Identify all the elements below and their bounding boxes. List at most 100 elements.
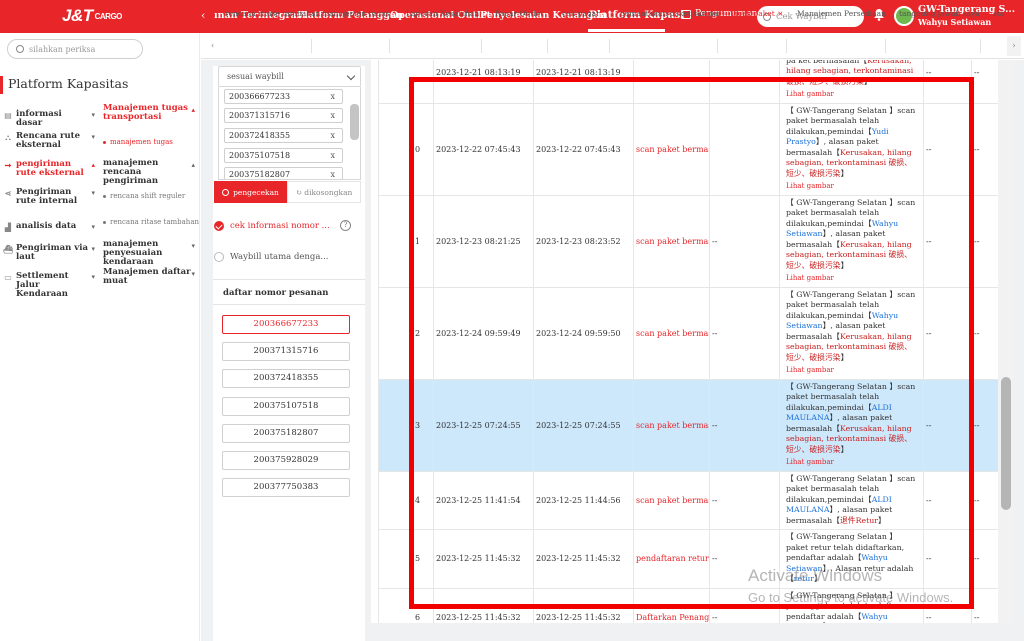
scan-time-cell: 2023-12-24 09:59:49 bbox=[433, 286, 534, 380]
close-icon[interactable]: × bbox=[777, 9, 783, 18]
table-row[interactable]: 1 2023-12-23 08:21:25 2023-12-23 08:23:52 s… bbox=[378, 194, 998, 288]
table-row[interactable]: 5 2023-12-25 11:45:32 2023-12-25 11:45:32 p… bbox=[378, 529, 998, 589]
view-image-link[interactable]: Lihat gambar bbox=[786, 365, 917, 376]
table-row[interactable]: 2023-12-21 08:13:192023-12-21 08:13:19 mi… bbox=[378, 60, 998, 104]
tab-extra-trip[interactable]: rencana ritase tambahan bbox=[225, 9, 320, 18]
upload-time-cell: 2023-12-25 11:44:56 bbox=[533, 470, 634, 530]
table-row[interactable]: 3 2023-12-25 07:24:55 2023-12-25 07:24:55 s… bbox=[378, 378, 998, 472]
operator-cell: -- bbox=[709, 194, 780, 288]
sidebar-search-input[interactable]: silahkan periksa bbox=[7, 39, 143, 59]
close-icon[interactable]: x bbox=[330, 111, 335, 120]
order-number-button[interactable]: 200375928029 bbox=[222, 451, 350, 470]
tab-divider bbox=[481, 39, 482, 53]
end-cell: -- bbox=[971, 529, 998, 589]
chevron-down-icon: ▾ bbox=[91, 244, 95, 253]
radio-main-waybill[interactable]: Waybill utama denga... bbox=[214, 252, 329, 262]
row-number: 2 bbox=[378, 286, 434, 380]
table-scrollbar-thumb[interactable] bbox=[1001, 377, 1011, 510]
extra-cell: -- bbox=[923, 470, 972, 530]
tab-inventory-management[interactable]: Manajemen Persediaan bbox=[797, 9, 886, 18]
jt-cargo-logo[interactable]: J&T CARGO bbox=[62, 6, 122, 26]
close-icon[interactable]: x bbox=[330, 92, 335, 101]
waybill-list-scrollbar[interactable] bbox=[350, 104, 359, 140]
end-cell: -- bbox=[971, 587, 998, 623]
share-icon: ⋖ bbox=[4, 188, 12, 198]
extra-cell: -- bbox=[923, 378, 972, 472]
sidebar-leaf-regular-shift[interactable]: rencana shift reguler bbox=[103, 192, 185, 200]
table-scrollbar-track[interactable] bbox=[998, 60, 1014, 623]
bullet-icon bbox=[103, 194, 106, 198]
order-number-button[interactable]: 200371315716 bbox=[222, 342, 350, 361]
view-image-link[interactable]: Lihat gambar bbox=[786, 457, 917, 468]
row-number bbox=[378, 60, 434, 104]
view-image-link[interactable]: Lihat gambar bbox=[786, 89, 917, 100]
operator-cell: -- bbox=[709, 470, 780, 530]
scan-time-cell: 2023-12-21 08:13:19 bbox=[433, 60, 534, 104]
upload-time-cell: 2023-12-23 08:23:52 bbox=[533, 194, 634, 288]
upload-time-cell: 2023-12-25 11:45:32 bbox=[533, 587, 634, 623]
scan-time-cell: 2023-12-25 11:45:32 bbox=[433, 529, 534, 589]
order-number-button[interactable]: 200372418355 bbox=[222, 369, 350, 388]
tab-my-responsibility[interactable]: tanggung jawab saya bbox=[899, 9, 980, 18]
sidebar-item-internal-route-delivery[interactable]: ⋖ Pengiriman rute internal ▾ bbox=[3, 188, 95, 206]
operator-cell: -- bbox=[709, 378, 780, 472]
waybill-input-list[interactable]: 200366677233 x 200371315716 x 200372418355… bbox=[218, 87, 361, 180]
sidebar-item-external-route-plan[interactable]: ⛬ Rencana rute eksternal ▾ bbox=[3, 132, 95, 150]
help-icon[interactable]: ? bbox=[340, 220, 351, 231]
sidebar-leaf-extra-trip[interactable]: rencana ritase tambahan bbox=[103, 218, 199, 226]
sidebar-item-sea-delivery[interactable]: ⛴ Pengiriman via laut ▾ bbox=[3, 244, 95, 262]
sidebar-item-basic-info[interactable]: ▤ informasi dasar ▾ bbox=[3, 110, 95, 128]
extra-cell: -- bbox=[923, 60, 972, 104]
chevron-down-icon: ▾ bbox=[91, 222, 95, 231]
tab-error-report[interactable]: Laporan Kesalahan bbox=[406, 9, 479, 18]
tab-scroll-left-icon[interactable]: ‹ bbox=[211, 41, 214, 50]
query-type-select[interactable]: sesuai waybill bbox=[218, 66, 361, 87]
sidebar-subitem-transport-task[interactable]: Manajemen tugas transportasi ▴ bbox=[103, 104, 198, 122]
tracking-description-text: 【 GW-Tangerang Selatan 】scan paket berma… bbox=[786, 381, 916, 454]
view-image-link[interactable]: Lihat gambar bbox=[786, 181, 917, 192]
order-number-button[interactable]: 200375182807 bbox=[222, 424, 350, 443]
clear-button[interactable]: ↻ dikosongkan bbox=[287, 181, 361, 203]
order-number-button[interactable]: 200375107518 bbox=[222, 397, 350, 416]
card-icon: ▭ bbox=[4, 272, 12, 282]
table-row[interactable]: 4 2023-12-25 11:41:54 2023-12-25 11:44:56 s… bbox=[378, 470, 998, 530]
tab-track-package[interactable]: lacak paket × bbox=[731, 9, 783, 18]
close-icon[interactable]: x bbox=[330, 170, 335, 179]
tab-task-management[interactable]: manajemen tugas bbox=[322, 9, 389, 18]
sidebar-item-external-route-delivery[interactable]: ➞ pengiriman rute eksternal ▴ bbox=[3, 160, 95, 178]
sidebar-subitem-load-list[interactable]: Manajemen daftar muat ▾ bbox=[103, 268, 198, 286]
refresh-icon: ↻ bbox=[295, 187, 305, 197]
extra-cell: -- bbox=[923, 529, 972, 589]
tracking-description-text: 【 GW-Tangerang Selatan 】scan paket berma… bbox=[786, 197, 916, 270]
description-cell: 【 GW-Tangerang Selatan 】scan paket berma… bbox=[779, 194, 924, 288]
tab-partial[interactable]: sta bbox=[993, 9, 1004, 18]
scan-type-cell: pendaftaran retur bbox=[633, 529, 710, 589]
order-number-button[interactable]: 200377750383 bbox=[222, 478, 350, 497]
chevron-up-icon: ▴ bbox=[191, 160, 195, 169]
sidebar-item-vehicle-settlement[interactable]: ▭ Settlement Jalur Kendaraan ▾ bbox=[3, 272, 95, 299]
order-number-button[interactable]: 200366677233 bbox=[222, 315, 350, 334]
query-button[interactable]: pengecekan bbox=[214, 181, 287, 203]
close-icon[interactable]: x bbox=[330, 151, 335, 160]
scan-type-cell: scan paket bermasa bbox=[633, 102, 710, 196]
operator-cell: -- bbox=[709, 286, 780, 380]
table-row[interactable]: 0 2023-12-22 07:45:43 2023-12-22 07:45:43 s… bbox=[378, 102, 998, 196]
radio-check-number-info[interactable]: cek informasi nomor ... bbox=[214, 221, 330, 231]
close-icon[interactable]: x bbox=[330, 131, 335, 140]
tracking-description-text: 【 GW-Tangerang Selatan 】scan paket berma… bbox=[786, 473, 916, 525]
sidebar-subitem-vehicle-adjustment[interactable]: manajemen penyesuaian kendaraan ▾ bbox=[103, 240, 198, 267]
tab-check-fence[interactable]: cek pagar bbox=[562, 9, 600, 18]
table-row[interactable]: 2 2023-12-24 09:59:49 2023-12-24 09:59:50 s… bbox=[378, 286, 998, 380]
nav-scroll-left-icon[interactable]: ‹ bbox=[201, 9, 205, 22]
view-image-link[interactable]: Lihat gambar bbox=[786, 273, 917, 284]
sidebar-leaf-task-management[interactable]: manajemen tugas bbox=[103, 138, 173, 146]
sidebar-subitem-delivery-plan[interactable]: manajemen rencana pengiriman ▴ bbox=[103, 159, 198, 186]
sidebar-item-data-analysis[interactable]: ▟ analisis data ▾ bbox=[3, 222, 95, 232]
tab-arrival-monitoring[interactable]: pemantauan paket sampai bbox=[620, 9, 720, 18]
tab-outlet-fence[interactable]: Pagar Outlet bbox=[495, 9, 543, 18]
tab-scroll-right-icon[interactable]: › bbox=[1007, 36, 1021, 56]
chevron-down-icon: ▾ bbox=[91, 188, 95, 197]
tab-strip bbox=[201, 33, 1024, 59]
row-number: 3 bbox=[378, 378, 434, 472]
description-cell: 【 GW-Tangerang Selatan 】scan paket berma… bbox=[779, 102, 924, 196]
